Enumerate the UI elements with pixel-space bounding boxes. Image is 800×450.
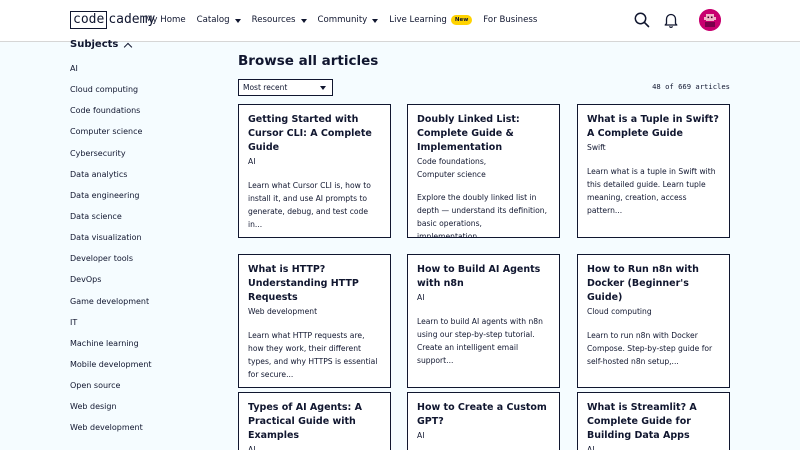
subject-item-cloud-computing[interactable]: Cloud computing (70, 79, 152, 100)
article-card-tag: Computer science (417, 169, 486, 179)
article-card-title: How to Build AI Agents with n8n (417, 264, 541, 289)
sort-select[interactable]: Most recent (238, 79, 333, 96)
subject-item-data-science[interactable]: Data science (70, 206, 152, 227)
nav-community-label: Community (317, 15, 368, 25)
article-card-title: Getting Started with Cursor CLI: A Compl… (248, 114, 372, 153)
logo-code-box: code (70, 11, 108, 29)
subjects-list: AI Cloud computing Code foundations Comp… (70, 58, 152, 439)
subject-item-code-foundations[interactable]: Code foundations (70, 100, 152, 121)
article-card[interactable]: Types of AI Agents: A Practical Guide wi… (238, 392, 391, 450)
nav-resources[interactable]: Resources (252, 15, 307, 25)
subject-item-ai[interactable]: AI (70, 58, 152, 79)
nav-my-home-label: My Home (145, 15, 186, 25)
bell-icon[interactable] (662, 11, 680, 29)
article-card-description: Learn to build AI agents with n8n using … (417, 316, 543, 365)
article-card[interactable]: How to Create a Custom GPT? AI (407, 392, 560, 450)
article-card-tag: AI (248, 157, 256, 166)
nav-catalog[interactable]: Catalog (197, 15, 241, 25)
subject-item-data-engineering[interactable]: Data engineering (70, 185, 152, 206)
article-card-description: Learn to run n8n with Docker Compose. St… (587, 330, 713, 366)
subject-item-game-development[interactable]: Game development (70, 291, 152, 312)
chevron-down-icon (372, 18, 379, 23)
nav-live-learning[interactable]: Live Learning New (389, 15, 473, 25)
article-card-title: Types of AI Agents: A Practical Guide wi… (248, 402, 362, 441)
article-count: 48 of 669 articles (652, 82, 730, 91)
article-card[interactable]: What is a Tuple in Swift? A Complete Gui… (577, 104, 730, 238)
article-card[interactable]: Getting Started with Cursor CLI: A Compl… (238, 104, 391, 238)
subjects-toggle[interactable]: Subjects (70, 39, 133, 51)
subject-item-it[interactable]: IT (70, 312, 152, 333)
nav-for-business-label: For Business (483, 15, 538, 25)
nav-for-business[interactable]: For Business (483, 15, 537, 25)
article-card[interactable]: What is Streamlit? A Complete Guide for … (577, 392, 730, 450)
article-card[interactable]: How to Run n8n with Docker (Beginner's G… (577, 254, 730, 388)
subject-item-machine-learning[interactable]: Machine learning (70, 333, 152, 354)
article-card-tag: AI (248, 445, 256, 450)
article-card[interactable]: How to Build AI Agents with n8n AI Learn… (407, 254, 560, 388)
subject-item-computer-science[interactable]: Computer science (70, 121, 152, 142)
nav-resources-label: Resources (251, 15, 296, 25)
subject-item-open-source[interactable]: Open source (70, 375, 152, 396)
article-card-description: Learn what is a tuple in Swift with this… (587, 166, 716, 215)
article-card[interactable]: Doubly Linked List: Complete Guide & Imp… (407, 104, 560, 238)
article-card-tag: Cloud computing (587, 307, 652, 316)
article-card-tag: Swift (587, 143, 606, 152)
article-card-tag: AI (587, 445, 595, 450)
nav-community[interactable]: Community (318, 15, 379, 25)
article-card-tag: AI (417, 293, 425, 302)
sort-select-value: Most recent (243, 83, 288, 92)
article-card-tag: AI (417, 431, 425, 440)
search-icon[interactable] (633, 11, 651, 29)
chevron-up-icon (124, 42, 133, 51)
article-card-title: What is Streamlit? A Complete Guide for … (587, 402, 697, 441)
article-card-title: What is a Tuple in Swift? A Complete Gui… (587, 114, 719, 139)
article-card-description: Learn what Cursor CLI is, how to install… (248, 180, 371, 229)
chevron-down-icon (234, 18, 241, 23)
page-title: Browse all articles (238, 53, 379, 69)
subject-item-cybersecurity[interactable]: Cybersecurity (70, 143, 152, 164)
article-card-tag: Code foundations, (417, 157, 487, 166)
chevron-down-icon (300, 18, 307, 23)
avatar[interactable] (699, 9, 721, 31)
nav-live-learning-label: Live Learning (389, 15, 447, 25)
nav-my-home[interactable]: My Home (145, 15, 186, 25)
subject-item-developer-tools[interactable]: Developer tools (70, 248, 152, 269)
article-card-tag: Web development (248, 307, 318, 316)
article-card-description: Explore the doubly linked list in depth … (417, 193, 548, 238)
article-card-title: What is HTTP? Understanding HTTP Request… (248, 264, 359, 303)
article-card[interactable]: What is HTTP? Understanding HTTP Request… (238, 254, 391, 388)
article-card-title: How to Create a Custom GPT? (417, 402, 547, 427)
subject-item-data-analytics[interactable]: Data analytics (70, 164, 152, 185)
top-header: code cademy My Home Catalog Resources Com… (0, 0, 800, 42)
nav-catalog-label: Catalog (196, 15, 230, 25)
subject-item-mobile-development[interactable]: Mobile development (70, 354, 152, 375)
subject-item-web-development[interactable]: Web development (70, 417, 152, 438)
article-card-title: How to Run n8n with Docker (Beginner's G… (587, 264, 699, 303)
subject-item-web-design[interactable]: Web design (70, 396, 152, 417)
article-card-description: Learn what HTTP requests are, how they w… (248, 330, 378, 379)
subject-item-data-visualization[interactable]: Data visualization (70, 227, 152, 248)
subject-item-devops[interactable]: DevOps (70, 269, 152, 290)
main-nav: My Home Catalog Resources Community Live… (145, 0, 548, 40)
new-badge: New (450, 15, 473, 25)
article-card-title: Doubly Linked List: Complete Guide & Imp… (417, 114, 520, 153)
subjects-heading: Subjects (70, 39, 119, 50)
chevron-down-icon (320, 86, 326, 90)
